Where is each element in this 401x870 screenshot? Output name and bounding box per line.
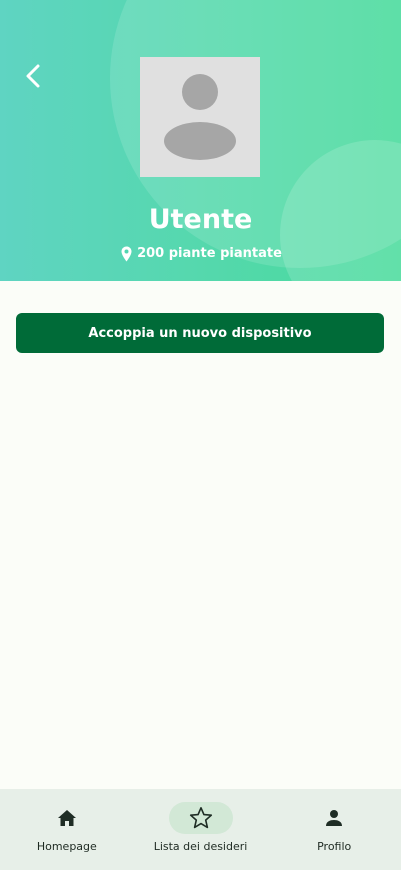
home-icon — [57, 810, 76, 826]
profile-screen: Utente 200 piante piantate Accoppia un n… — [0, 0, 401, 870]
nav-icon-container — [168, 802, 233, 834]
map-pin-icon — [121, 246, 132, 262]
bottom-navigation: Homepage Lista dei desideri Profilo — [0, 789, 401, 870]
person-placeholder-icon — [164, 74, 236, 160]
nav-icon-container — [302, 802, 366, 834]
plants-count-text: 200 piante piantate — [137, 246, 282, 261]
pair-device-button[interactable]: Accoppia un nuovo dispositivo — [16, 313, 384, 353]
person-icon — [326, 810, 343, 826]
nav-item-homepage[interactable]: Homepage — [0, 789, 134, 870]
user-name: Utente — [148, 204, 253, 235]
star-outline-icon — [189, 806, 212, 829]
chevron-left-icon — [26, 64, 40, 88]
profile-header: Utente 200 piante piantate — [0, 0, 401, 281]
nav-item-profile[interactable]: Profilo — [267, 789, 401, 870]
back-button[interactable] — [18, 60, 50, 92]
nav-label: Lista dei desideri — [153, 840, 248, 853]
nav-label: Homepage — [36, 840, 97, 853]
plants-count: 200 piante piantate — [0, 244, 401, 264]
nav-icon-container — [35, 802, 99, 834]
nav-label: Profilo — [317, 840, 352, 853]
nav-item-wishlist[interactable]: Lista dei desideri — [134, 789, 268, 870]
avatar — [140, 57, 260, 177]
